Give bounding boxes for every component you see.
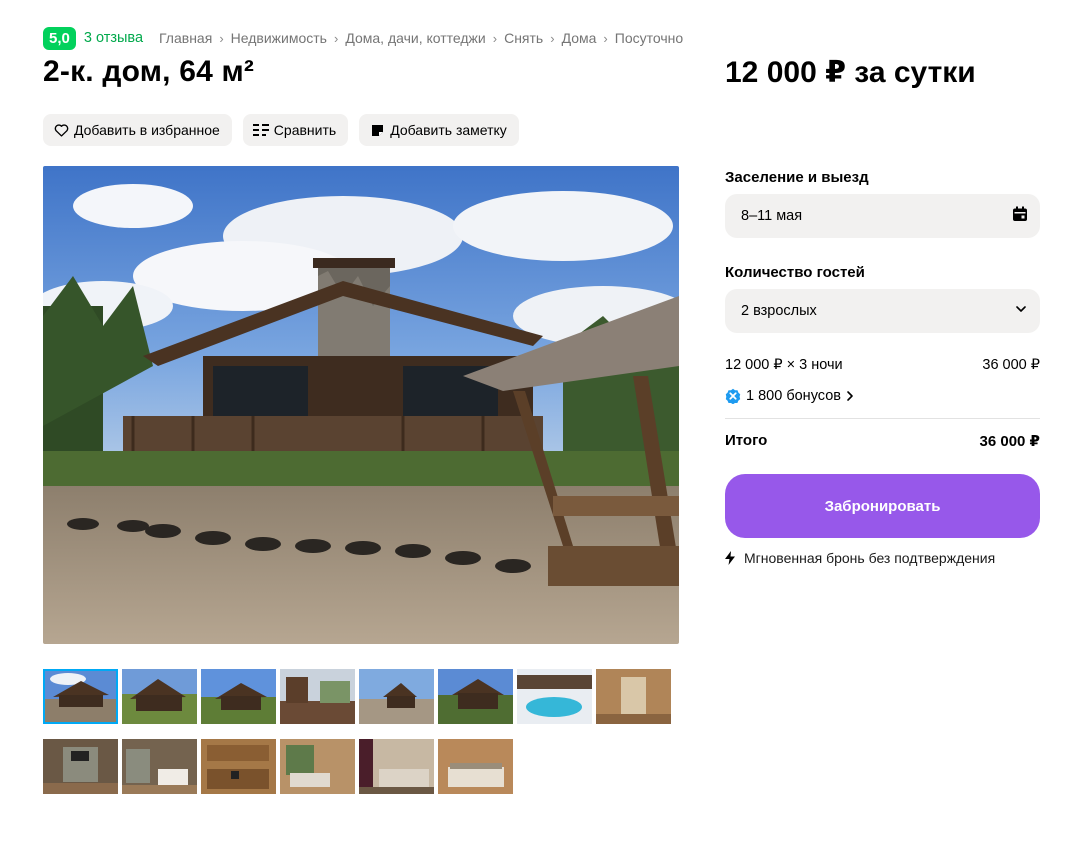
thumbnail[interactable] xyxy=(438,739,513,794)
thumbnail[interactable] xyxy=(359,669,434,724)
instant-booking-label: Мгновенная бронь без подтверждения xyxy=(744,550,996,566)
breadcrumb-item[interactable]: Главная xyxy=(159,30,212,46)
add-note-label: Добавить заметку xyxy=(390,122,507,138)
breadcrumb-item[interactable]: Посуточно xyxy=(615,30,683,46)
dates-value: 8–11 мая xyxy=(741,208,803,224)
breadcrumb: Главная › Недвижимость › Дома, дачи, кот… xyxy=(159,30,683,46)
add-favorite-label: Добавить в избранное xyxy=(74,122,220,138)
thumbnail[interactable] xyxy=(201,739,276,794)
chevron-right-icon: › xyxy=(550,30,555,46)
action-bar: Добавить в избранное Сравнить Добавить з… xyxy=(43,114,519,146)
dates-field[interactable]: 8–11 мая xyxy=(725,194,1040,238)
thumbnail[interactable] xyxy=(280,669,355,724)
breadcrumb-item[interactable]: Дома, дачи, коттеджи xyxy=(345,30,485,46)
thumbnail[interactable] xyxy=(596,669,671,724)
thumbnail[interactable] xyxy=(122,739,197,794)
price-calc-label: 12 000 ₽ × 3 ночи xyxy=(725,357,843,373)
thumbnail[interactable] xyxy=(438,669,513,724)
compare-button[interactable]: Сравнить xyxy=(242,114,349,146)
guests-select[interactable]: 2 взрослых xyxy=(725,289,1040,333)
note-icon xyxy=(369,122,385,138)
guests-label: Количество гостей xyxy=(725,264,865,281)
thumbnail[interactable] xyxy=(280,739,355,794)
bonus-label: 1 800 бонусов xyxy=(746,388,841,404)
breadcrumb-item[interactable]: Дома xyxy=(562,30,597,46)
chevron-right-icon xyxy=(845,390,855,402)
price-calc-value: 36 000 ₽ xyxy=(982,357,1040,373)
total-value: 36 000 ₽ xyxy=(979,433,1040,450)
total-label: Итого xyxy=(725,432,768,449)
add-note-button[interactable]: Добавить заметку xyxy=(359,114,519,146)
breadcrumb-item[interactable]: Снять xyxy=(504,30,543,46)
guests-value: 2 взрослых xyxy=(741,303,817,319)
divider xyxy=(725,418,1040,419)
calendar-icon xyxy=(1012,206,1028,226)
thumbnail[interactable] xyxy=(43,669,118,724)
top-line: 5,0 3 отзыва Главная › Недвижимость › До… xyxy=(43,26,683,50)
heart-icon xyxy=(53,122,69,138)
page-title: 2-к. дом, 64 м² xyxy=(43,55,255,88)
lightning-icon xyxy=(725,551,735,565)
price-calc-row: 12 000 ₽ × 3 ночи 36 000 ₽ xyxy=(725,357,1040,373)
breadcrumb-item[interactable]: Недвижимость xyxy=(231,30,327,46)
bonus-link[interactable]: 1 800 бонусов xyxy=(725,388,1040,404)
dates-label: Заселение и выезд xyxy=(725,169,869,186)
chevron-right-icon: › xyxy=(603,30,608,46)
thumbnail-strip xyxy=(43,669,683,794)
thumbnail[interactable] xyxy=(201,669,276,724)
chevron-down-icon xyxy=(1014,302,1028,320)
compare-icon xyxy=(252,122,269,138)
bonus-icon xyxy=(725,388,741,404)
rating-badge: 5,0 xyxy=(43,26,76,50)
compare-label: Сравнить xyxy=(273,122,337,138)
thumbnail[interactable] xyxy=(43,739,118,794)
instant-booking-note: Мгновенная бронь без подтверждения xyxy=(725,550,1040,566)
book-button[interactable]: Забронировать xyxy=(725,474,1040,538)
booking-panel: Заселение и выезд 8–11 мая Количество го… xyxy=(725,166,1040,566)
chevron-right-icon: › xyxy=(333,30,339,46)
reviews-link[interactable]: 3 отзыва xyxy=(84,30,143,46)
thumbnail[interactable] xyxy=(359,739,434,794)
add-favorite-button[interactable]: Добавить в избранное xyxy=(43,114,232,146)
total-row: Итого 36 000 ₽ xyxy=(725,432,1040,450)
thumbnail[interactable] xyxy=(517,669,592,724)
chevron-right-icon: › xyxy=(219,30,224,46)
chevron-right-icon: › xyxy=(492,30,498,46)
thumbnail[interactable] xyxy=(122,669,197,724)
main-photo[interactable] xyxy=(43,166,679,644)
price-title: 12 000 ₽ за сутки xyxy=(725,56,976,89)
